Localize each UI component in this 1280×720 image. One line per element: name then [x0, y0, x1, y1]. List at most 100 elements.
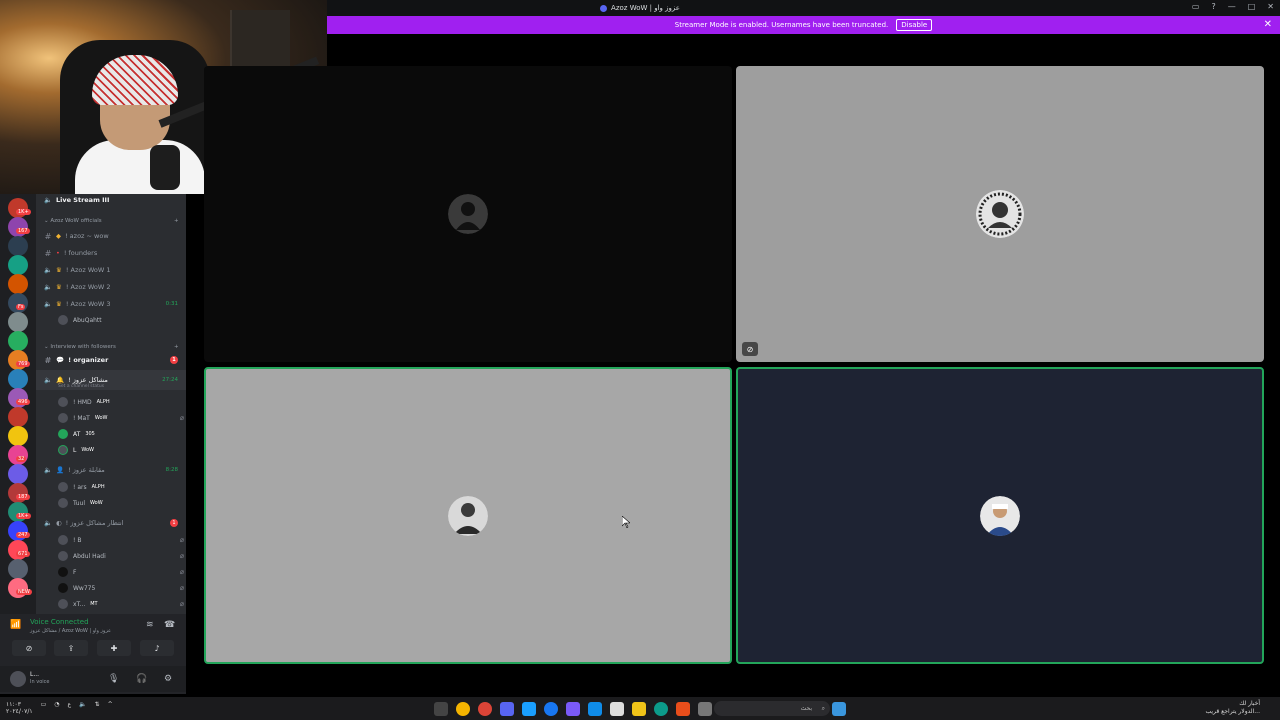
add-channel-icon[interactable]: + [174, 218, 179, 224]
channel-status-hint[interactable]: Set a channel status [58, 384, 104, 389]
voice-member[interactable]: ! MaT WoW ⌀ [58, 411, 184, 425]
server-icon[interactable]: 247 [8, 521, 30, 541]
close-banner-icon[interactable]: ✕ [1264, 19, 1272, 30]
camera-icon: ⊘ [25, 643, 33, 653]
channel-organizer[interactable]: # 💬 ! organizer 1 [36, 352, 186, 368]
server-icon[interactable]: Fs [8, 293, 28, 313]
soundboard-button[interactable]: ♪ [140, 640, 174, 656]
chrome-icon[interactable] [456, 702, 470, 716]
avatar[interactable] [10, 671, 26, 687]
video-tile[interactable]: ⊘ [736, 66, 1264, 362]
maximize-button[interactable]: □ [1248, 2, 1256, 11]
video-tile-speaking[interactable] [736, 367, 1264, 664]
voice-member[interactable]: Ww775 ⌀ [58, 581, 184, 595]
clock-time[interactable]: ١١:٠٣ [6, 701, 33, 708]
app-icon[interactable] [566, 702, 580, 716]
channel-live-stream[interactable]: 🔈 Live Stream III [36, 194, 186, 208]
close-window-button[interactable]: ✕ [1267, 2, 1274, 11]
volume-icon[interactable]: 🔈 [79, 701, 86, 715]
deafen-icon[interactable]: 🎧 [136, 674, 147, 684]
telegram-icon[interactable] [522, 702, 536, 716]
gear-icon[interactable]: ⚙ [164, 674, 172, 684]
server-icon[interactable] [8, 559, 28, 579]
category-header[interactable]: ⌄ Interview with followers + [44, 344, 179, 350]
disable-streamer-mode-button[interactable]: Disable [896, 19, 933, 31]
voice-member[interactable]: Tuul WoW [58, 496, 178, 510]
voice-channel-item[interactable]: 🔈 ♛ ! Azoz WoW 3 0:31 [36, 296, 186, 312]
voice-channel-item[interactable]: 🔈 ◐ ! انتظار مشاكل عزوز 1 [36, 515, 186, 531]
windows-start-icon[interactable] [832, 702, 846, 716]
server-icon[interactable] [8, 331, 28, 351]
voice-member[interactable]: ! HMD ALPH [58, 395, 178, 409]
server-icon[interactable]: 1K+ [8, 198, 31, 218]
add-channel-icon[interactable]: + [174, 344, 179, 350]
server-icon[interactable]: 671 [8, 540, 30, 560]
news-widget[interactable]: أخبار لك الدولار يتراجع قريب... [1205, 700, 1260, 716]
edge-icon[interactable] [654, 702, 668, 716]
language-icon[interactable]: ع [68, 701, 72, 715]
server-icon[interactable]: NEW [8, 578, 32, 598]
clock-date[interactable]: ٢٠٢٤/٠٧/١ [6, 708, 33, 715]
voice-member[interactable]: ! ars ALPH [58, 480, 178, 494]
voice-member[interactable]: AT 305 [58, 427, 178, 441]
discord-icon[interactable] [500, 702, 514, 716]
channel-item[interactable]: # ◆ ! azoz ~ wow [36, 228, 186, 244]
mail-icon[interactable] [588, 702, 602, 716]
task-view-icon[interactable] [434, 702, 448, 716]
noise-suppression-icon[interactable]: ≋ [146, 620, 154, 630]
store-icon[interactable] [610, 702, 624, 716]
screen-share-button[interactable]: ⇪ [54, 640, 88, 656]
voice-member[interactable]: ! B ⌀ [58, 533, 184, 547]
minimize-button[interactable]: — [1228, 2, 1236, 11]
inbox-icon[interactable]: ▭ [1192, 2, 1200, 11]
taskbar-search[interactable]: بحث ⌕ [714, 701, 830, 716]
server-rail: 1K+ 167 Fs 769 496 32 187 1K+ 247 671 NEW [0, 194, 36, 614]
server-icon[interactable] [8, 407, 28, 427]
voice-member[interactable]: Abdul Hadi ⌀ [58, 549, 184, 563]
user-panel: L... In voice 🎙 🎧 ⚙ [0, 666, 186, 692]
voice-channel-path[interactable]: مشاكل عزوز / Azoz WoW | عزوز واو [30, 628, 111, 634]
user-name[interactable]: L... [30, 671, 39, 678]
server-icon[interactable] [8, 255, 28, 275]
camera-button[interactable]: ⊘ [12, 640, 46, 656]
server-badge: Fs [16, 304, 26, 310]
video-tile[interactable] [204, 66, 732, 362]
voice-member[interactable]: F ⌀ [58, 565, 184, 579]
file-explorer-icon[interactable] [632, 702, 646, 716]
voice-member[interactable]: L WoW [58, 443, 178, 457]
channel-item[interactable]: # • ! founders [36, 245, 186, 261]
signal-icon[interactable]: 📶 [10, 620, 21, 630]
server-icon[interactable] [8, 369, 28, 389]
server-icon[interactable]: 187 [8, 483, 30, 503]
server-icon[interactable]: 167 [8, 217, 30, 237]
category-header[interactable]: ⌄ Azoz WoW officials + [44, 218, 179, 224]
server-icon[interactable] [8, 312, 28, 332]
app-icon[interactable] [698, 702, 712, 716]
facebook-icon[interactable] [544, 702, 558, 716]
app-icon[interactable] [676, 702, 690, 716]
chevron-up-icon[interactable]: ^ [108, 701, 113, 715]
voice-channel-item[interactable]: 🔈 👤 ! مقابلة عزوز 8:28 [36, 462, 186, 478]
voice-member[interactable]: AbuQahtt [58, 313, 178, 327]
voice-channel-item[interactable]: 🔈 ♛ ! Azoz WoW 2 [36, 279, 186, 295]
server-icon[interactable]: 769 [8, 350, 30, 370]
activity-button[interactable]: ✚ [97, 640, 131, 656]
chat-icon[interactable]: ▭ [41, 701, 47, 715]
server-icon[interactable]: 1K+ [8, 502, 31, 522]
video-tile-speaking[interactable] [204, 367, 732, 664]
voice-member[interactable]: xT... MT ⌀ [58, 597, 184, 611]
server-icon[interactable] [8, 464, 28, 484]
chrome-icon[interactable] [478, 702, 492, 716]
server-icon[interactable] [8, 236, 28, 256]
disconnect-icon[interactable]: ☎ [164, 620, 175, 630]
network-icon[interactable]: ⇅ [95, 701, 100, 715]
server-icon[interactable]: 32 [8, 445, 28, 465]
help-icon[interactable]: ? [1211, 2, 1215, 11]
mute-icon[interactable]: 🎙 [108, 674, 119, 684]
wifi-icon[interactable]: ◔ [54, 701, 59, 715]
server-icon[interactable] [8, 426, 28, 446]
server-icon[interactable] [8, 274, 28, 294]
voice-connected-label[interactable]: Voice Connected [30, 618, 89, 626]
voice-channel-item[interactable]: 🔈 ♛ ! Azoz WoW 1 [36, 262, 186, 278]
server-icon[interactable]: 496 [8, 388, 30, 408]
